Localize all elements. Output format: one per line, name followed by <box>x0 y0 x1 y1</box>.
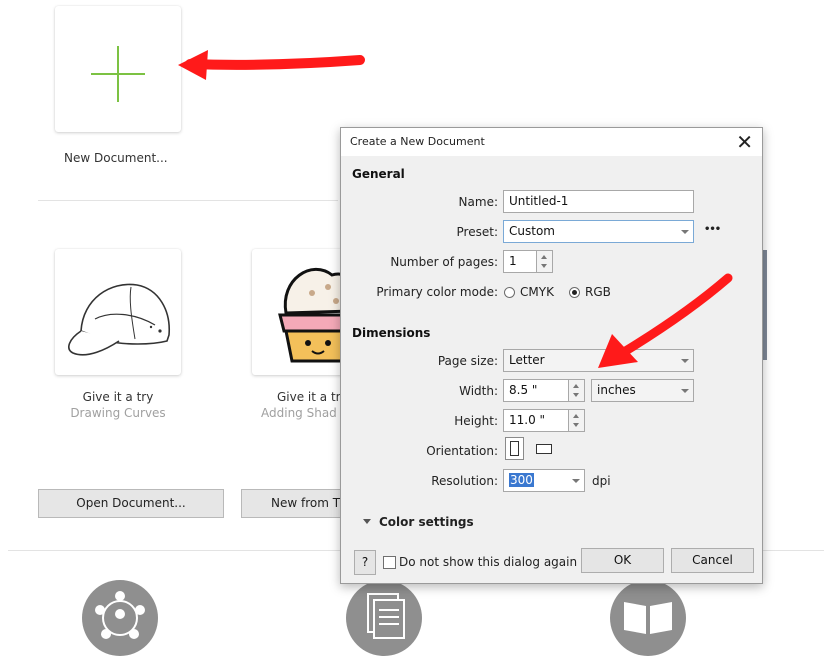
landscape-icon <box>536 444 552 454</box>
resolution-value: 300 <box>509 473 534 487</box>
height-spinner[interactable] <box>569 409 585 432</box>
book-icon[interactable] <box>610 580 686 656</box>
plus-icon <box>91 46 145 102</box>
resolution-select[interactable]: 300 <box>503 469 585 492</box>
cancel-button[interactable]: Cancel <box>671 548 754 573</box>
tile-title: Give it a try <box>82 390 154 404</box>
cmyk-label: CMYK <box>520 285 554 299</box>
dialog-titlebar[interactable]: Create a New Document ✕ <box>341 128 762 156</box>
page-size-value: Letter <box>509 353 545 367</box>
new-document-label: New Document... <box>64 151 168 165</box>
page-size-label: Page size: <box>437 354 498 368</box>
color-settings-expander[interactable]: Color settings <box>363 514 483 530</box>
tile-subtitle: Adding Shad <box>261 406 337 420</box>
portrait-orientation-button[interactable] <box>505 437 524 460</box>
pages-input[interactable]: 1 <box>503 250 537 273</box>
preset-label: Preset: <box>456 225 498 239</box>
rgb-radio[interactable] <box>569 287 580 298</box>
documents-icon[interactable] <box>346 580 422 656</box>
height-input[interactable]: 11.0 " <box>503 409 569 432</box>
new-from-template-button[interactable]: New from T <box>241 489 351 518</box>
more-options-icon[interactable]: ••• <box>704 224 721 235</box>
ok-button[interactable]: OK <box>581 548 664 573</box>
dont-show-label: Do not show this dialog again <box>399 555 578 569</box>
pages-spinner[interactable] <box>537 250 553 273</box>
cap-illustration <box>68 283 170 356</box>
landscape-orientation-button[interactable] <box>533 440 555 458</box>
annotation-arrow-diagonal <box>598 273 733 368</box>
annotation-arrow-left <box>178 50 365 80</box>
tile-title: Give it a tr <box>277 390 341 404</box>
tutorial-tile-drawing-curves[interactable] <box>55 249 181 375</box>
width-spinner[interactable] <box>569 379 585 402</box>
orientation-label: Orientation: <box>426 444 498 458</box>
new-document-tile[interactable] <box>55 6 181 132</box>
dimensions-section-title: Dimensions <box>352 326 431 340</box>
name-label: Name: <box>458 195 498 209</box>
general-section-title: General <box>352 167 405 181</box>
height-label: Height: <box>454 414 498 428</box>
width-label: Width: <box>459 384 498 398</box>
divider <box>38 200 338 201</box>
triangle-down-icon <box>363 519 371 524</box>
color-settings-label: Color settings <box>379 515 474 529</box>
resolution-unit: dpi <box>592 474 611 488</box>
chevron-down-icon <box>568 470 584 491</box>
dont-show-checkbox[interactable] <box>383 556 396 569</box>
chevron-down-icon <box>677 221 693 242</box>
pages-label: Number of pages: <box>390 255 498 269</box>
tile-subtitle: Drawing Curves <box>70 406 166 420</box>
width-input[interactable]: 8.5 " <box>503 379 569 402</box>
team-icon[interactable] <box>82 580 158 656</box>
portrait-icon <box>510 441 519 456</box>
color-mode-label: Primary color mode: <box>376 285 498 299</box>
preset-select[interactable]: Custom <box>503 220 694 243</box>
close-icon[interactable]: ✕ <box>736 130 753 154</box>
name-input[interactable]: Untitled-1 <box>503 190 694 213</box>
dialog-title: Create a New Document <box>350 135 485 148</box>
open-document-button[interactable]: Open Document... <box>38 489 224 518</box>
help-button[interactable]: ? <box>354 550 376 575</box>
cmyk-radio[interactable] <box>504 287 515 298</box>
preset-value: Custom <box>509 224 555 238</box>
resolution-label: Resolution: <box>431 474 498 488</box>
